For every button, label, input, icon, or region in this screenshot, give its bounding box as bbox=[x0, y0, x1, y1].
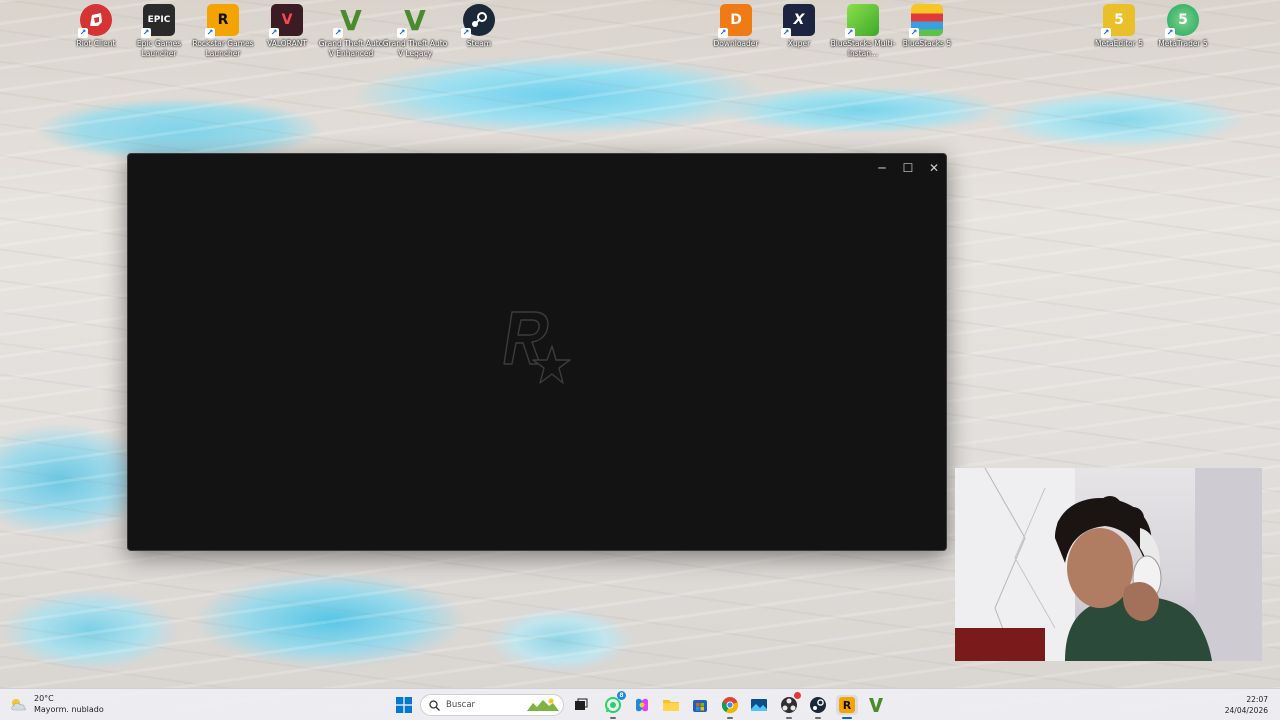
taskbar-store[interactable] bbox=[690, 695, 710, 715]
desktop-icon-bluestacks-multi[interactable]: ↗ BlueStacks Multi-Instan... bbox=[831, 4, 895, 59]
taskbar-photos[interactable] bbox=[749, 695, 769, 715]
search-icon bbox=[429, 699, 440, 711]
bluestacks-multi-icon: ↗ bbox=[845, 4, 879, 38]
epic-games-icon: EPIC ↗ bbox=[141, 4, 175, 38]
taskbar-file-explorer[interactable] bbox=[661, 695, 681, 715]
desktop-icon-riot-client[interactable]: ↗ Riot Client bbox=[64, 4, 128, 49]
weather-widget[interactable]: 20°C Mayorm. nublado bbox=[10, 693, 104, 715]
metaeditor-icon: 5 ↗ bbox=[1101, 4, 1135, 38]
bluestacks-icon: ↗ bbox=[909, 4, 943, 38]
desktop-icon-metatrader[interactable]: 5 ↗ MetaTrader 5 bbox=[1151, 4, 1215, 49]
gta-v-icon: V ↗ bbox=[333, 3, 362, 38]
running-indicator bbox=[610, 717, 616, 719]
gta-v-icon bbox=[869, 698, 883, 712]
taskbar-chrome[interactable] bbox=[720, 695, 740, 719]
desktop-icon-label: MetaTrader 5 bbox=[1158, 39, 1208, 48]
store-icon bbox=[693, 700, 707, 712]
taskbar: 20°C Mayorm. nublado Buscar 8 R 22:07 24… bbox=[0, 688, 1280, 720]
desktop-icon-gta-v-legacy[interactable]: V ↗ Grand Theft Auto V Legacy bbox=[382, 3, 448, 59]
gta-v-icon: V ↗ bbox=[397, 3, 426, 38]
close-icon: ✕ bbox=[928, 161, 940, 175]
close-button[interactable]: ✕ bbox=[921, 158, 947, 178]
desktop-icon-gta-v-enhanced[interactable]: V ↗ Grand Theft Auto V Enhanced bbox=[318, 3, 384, 59]
desktop-icon-label: Grand Theft Auto V Legacy bbox=[382, 39, 448, 58]
taskbar-steam[interactable] bbox=[808, 695, 828, 719]
start-icon bbox=[396, 697, 412, 713]
desktop-icon-label: Downloader bbox=[713, 39, 759, 48]
maximize-button[interactable]: ☐ bbox=[895, 158, 921, 178]
svg-text:R: R bbox=[843, 699, 852, 712]
system-clock[interactable]: 22:07 24/04/2026 bbox=[1225, 694, 1268, 716]
rockstar-icon: R ↗ bbox=[205, 4, 239, 38]
taskbar-whatsapp[interactable]: 8 bbox=[603, 691, 626, 719]
maximize-icon: ☐ bbox=[902, 161, 914, 175]
chrome-icon bbox=[721, 697, 739, 714]
weather-temperature: 20°C bbox=[34, 694, 54, 703]
desktop-icon-label: Grand Theft Auto V Enhanced bbox=[318, 39, 384, 58]
desktop-icon-downloader[interactable]: D ↗ Downloader bbox=[704, 4, 768, 49]
rockstar-icon: R bbox=[839, 697, 855, 713]
rockstar-logo-icon bbox=[492, 306, 582, 398]
search-placeholder: Buscar bbox=[446, 700, 476, 710]
desktop-icon-metaeditor[interactable]: 5 ↗ MetaEditor 5 bbox=[1087, 4, 1151, 49]
recording-badge bbox=[794, 692, 801, 699]
photos-icon bbox=[751, 699, 767, 711]
desktop-icon-valorant[interactable]: V ↗ VALORANT bbox=[255, 4, 319, 49]
steam-icon bbox=[810, 697, 826, 713]
taskbar-obs[interactable] bbox=[779, 692, 801, 719]
clock-date: 24/04/2026 bbox=[1224, 706, 1268, 715]
running-indicator bbox=[815, 717, 821, 719]
metatrader-icon: 5 ↗ bbox=[1165, 4, 1199, 38]
taskbar-copilot[interactable] bbox=[632, 695, 652, 715]
task-view-icon bbox=[575, 698, 588, 710]
downloader-icon: D ↗ bbox=[718, 4, 752, 38]
start-button[interactable] bbox=[394, 695, 414, 715]
running-indicator bbox=[786, 717, 792, 719]
desktop-icon-label: MetaEditor 5 bbox=[1095, 39, 1143, 48]
desktop-icon-label: BlueStacks Multi-Instan... bbox=[830, 39, 896, 58]
desktop-icon-label: Rockstar Games Launcher bbox=[192, 39, 254, 58]
minimize-button[interactable]: ─ bbox=[869, 158, 895, 178]
whatsapp-badge: 8 bbox=[617, 691, 626, 700]
desktop-icon-bluestacks[interactable]: ↗ BlueStacks 5 bbox=[895, 4, 959, 49]
taskbar-rockstar[interactable]: R bbox=[836, 695, 858, 719]
minimize-icon: ─ bbox=[878, 161, 886, 175]
desktop-icon-label: VALORANT bbox=[267, 39, 307, 48]
taskbar-search[interactable]: Buscar bbox=[420, 694, 564, 716]
running-indicator bbox=[842, 717, 852, 719]
desktop-icon-epic-games[interactable]: EPIC ↗ Epic Games Launcher bbox=[127, 4, 191, 59]
desktop-icon-label: BlueStacks 5 bbox=[902, 39, 952, 48]
weather-cloud-icon bbox=[11, 699, 26, 711]
file-explorer-icon bbox=[663, 700, 679, 711]
search-highlight-icon bbox=[527, 698, 559, 711]
desktop-icon-label: Riot Client bbox=[76, 39, 116, 48]
weather-condition: Mayorm. nublado bbox=[34, 705, 104, 714]
xuper-icon: X ↗ bbox=[781, 4, 815, 38]
clock-time: 22:07 bbox=[1246, 695, 1268, 704]
desktop-icon-label: Steam bbox=[466, 39, 492, 48]
desktop-icon-steam[interactable]: ↗ Steam bbox=[447, 4, 511, 49]
taskbar-task-view[interactable] bbox=[571, 695, 591, 715]
valorant-icon: V ↗ bbox=[269, 4, 303, 38]
desktop-icon-label: Xuper bbox=[787, 39, 811, 48]
desktop-icon-xuper[interactable]: X ↗ Xuper bbox=[767, 4, 831, 49]
desktop-icon-rockstar[interactable]: R ↗ Rockstar Games Launcher bbox=[191, 4, 255, 59]
taskbar-gta-v[interactable] bbox=[866, 695, 886, 715]
riot-client-icon: ↗ bbox=[78, 4, 112, 38]
rockstar-launcher-window[interactable]: ─ ☐ ✕ bbox=[127, 153, 947, 551]
copilot-icon bbox=[636, 698, 648, 712]
webcam-overlay bbox=[955, 468, 1262, 661]
running-indicator bbox=[727, 717, 733, 719]
desktop-icon-label: Epic Games Launcher bbox=[136, 39, 182, 58]
steam-icon: ↗ bbox=[461, 4, 495, 38]
